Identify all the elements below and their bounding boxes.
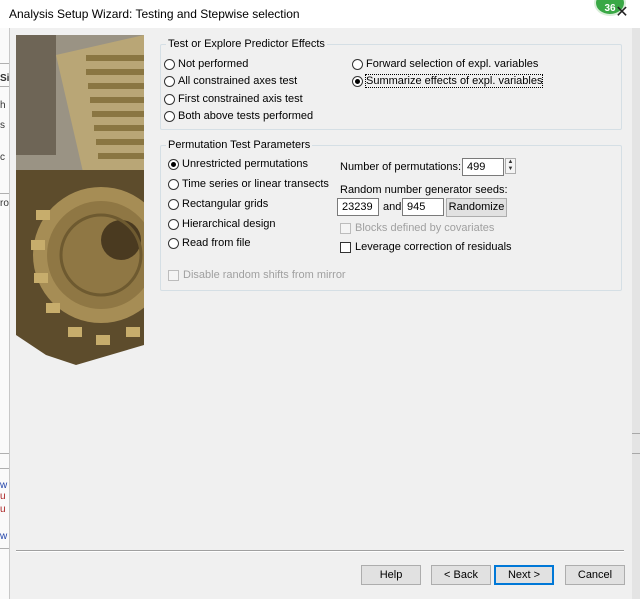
background-text: u bbox=[0, 491, 6, 502]
background-text: ro bbox=[0, 198, 9, 209]
radio-button-selected[interactable] bbox=[352, 75, 363, 87]
radio-first-constrained-axis-test[interactable]: First constrained axis test bbox=[164, 91, 303, 107]
radio-label: Summarize effects of expl. variables bbox=[364, 74, 544, 88]
background-text: h bbox=[0, 100, 6, 111]
radio-label: Forward selection of expl. variables bbox=[366, 58, 539, 70]
permutations-spinner[interactable]: ▲ ▼ bbox=[505, 158, 516, 174]
background-text: Si bbox=[0, 73, 10, 84]
radio-label: Hierarchical design bbox=[182, 218, 276, 230]
radio-forward-selection[interactable]: Forward selection of expl. variables bbox=[352, 56, 538, 72]
background-text: u bbox=[0, 504, 6, 515]
background-text: s bbox=[0, 120, 5, 131]
number-of-permutations-label: Number of permutations: bbox=[340, 161, 462, 173]
background-text: w bbox=[0, 480, 8, 491]
radio-read-from-file[interactable]: Read from file bbox=[168, 235, 250, 251]
checkbox[interactable] bbox=[340, 241, 351, 253]
checkbox-label: Blocks defined by covariates bbox=[355, 222, 495, 234]
background-window-left-edge: Si h s c ro w u u w bbox=[0, 28, 10, 599]
seed1-input[interactable]: 23239 bbox=[337, 198, 379, 216]
checkbox-label: Leverage correction of residuals bbox=[355, 241, 512, 253]
radio-label: Rectangular grids bbox=[182, 198, 269, 210]
radio-label: Read from file bbox=[182, 237, 251, 249]
window-title: Analysis Setup Wizard: Testing and Stepw… bbox=[9, 7, 300, 21]
radio-button[interactable] bbox=[352, 58, 363, 70]
blocks-defined-by-covariates-checkbox[interactable]: Blocks defined by covariates bbox=[340, 220, 494, 236]
spin-down-icon[interactable]: ▼ bbox=[506, 166, 515, 173]
radio-button[interactable] bbox=[164, 93, 175, 105]
title-bar: Analysis Setup Wizard: Testing and Stepw… bbox=[0, 0, 640, 28]
radio-button[interactable] bbox=[168, 237, 179, 249]
button-separator bbox=[16, 550, 624, 552]
randomize-button[interactable]: Randomize bbox=[446, 198, 507, 217]
background-text: c bbox=[0, 152, 5, 163]
radio-unrestricted-permutations[interactable]: Unrestricted permutations bbox=[168, 156, 308, 172]
radio-time-series[interactable]: Time series or linear transects bbox=[168, 176, 329, 192]
radio-button-selected[interactable] bbox=[168, 158, 179, 170]
radio-button[interactable] bbox=[168, 198, 179, 210]
radio-label: Both above tests performed bbox=[178, 110, 314, 122]
background-window-right-edge bbox=[632, 28, 640, 599]
seeds-label: Random number generator seeds: bbox=[340, 184, 508, 196]
and-label: and bbox=[383, 201, 402, 213]
close-icon[interactable]: ✕ bbox=[612, 3, 632, 23]
leverage-correction-checkbox[interactable]: Leverage correction of residuals bbox=[340, 239, 512, 255]
radio-all-constrained-axes-test[interactable]: All constrained axes test bbox=[164, 73, 297, 89]
radio-button[interactable] bbox=[164, 75, 175, 87]
back-button[interactable]: < Back bbox=[431, 565, 491, 585]
help-button[interactable]: Help bbox=[361, 565, 421, 585]
number-of-permutations-input[interactable]: 499 bbox=[462, 158, 504, 176]
wizard-side-image bbox=[16, 35, 144, 365]
radio-label: Time series or linear transects bbox=[182, 178, 329, 190]
checkbox[interactable] bbox=[168, 269, 179, 281]
next-button[interactable]: Next > bbox=[494, 565, 554, 585]
background-text: w bbox=[0, 531, 8, 542]
radio-label: First constrained axis test bbox=[178, 93, 303, 105]
radio-label: All constrained axes test bbox=[178, 75, 298, 87]
permutation-group-legend: Permutation Test Parameters bbox=[168, 139, 311, 151]
effects-group-legend: Test or Explore Predictor Effects bbox=[168, 38, 325, 50]
checkbox-label: Disable random shifts from mirror bbox=[183, 269, 346, 281]
cancel-button[interactable]: Cancel bbox=[565, 565, 625, 585]
radio-summarize-effects[interactable]: Summarize effects of expl. variables bbox=[352, 73, 544, 89]
radio-rectangular-grids[interactable]: Rectangular grids bbox=[168, 196, 268, 212]
spin-up-icon[interactable]: ▲ bbox=[506, 159, 515, 166]
checkbox[interactable] bbox=[340, 222, 351, 234]
radio-label: Not performed bbox=[178, 58, 249, 70]
radio-button[interactable] bbox=[164, 58, 175, 70]
radio-button[interactable] bbox=[168, 178, 179, 190]
radio-button[interactable] bbox=[164, 110, 175, 122]
radio-label: Unrestricted permutations bbox=[182, 158, 308, 170]
disable-random-shifts-checkbox[interactable]: Disable random shifts from mirror bbox=[168, 267, 346, 283]
radio-button[interactable] bbox=[168, 218, 179, 230]
radio-not-performed[interactable]: Not performed bbox=[164, 56, 248, 72]
seed2-input[interactable]: 945 bbox=[402, 198, 444, 216]
radio-hierarchical-design[interactable]: Hierarchical design bbox=[168, 216, 276, 232]
radio-both-above-tests[interactable]: Both above tests performed bbox=[164, 108, 313, 124]
